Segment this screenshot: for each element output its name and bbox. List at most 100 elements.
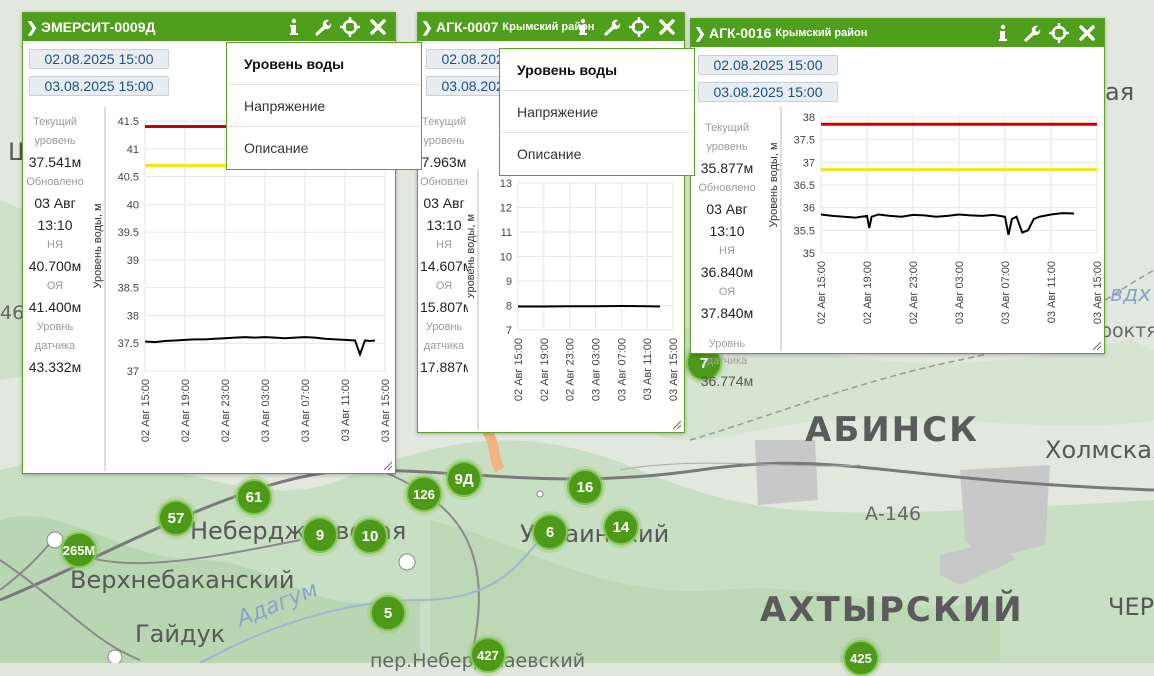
y-tick-label: 37.5	[794, 135, 815, 147]
info-label: ОЯ	[25, 277, 85, 296]
x-tick-label: 03 Авг 03:00	[954, 261, 966, 324]
menu-item[interactable]: Напряжение	[500, 91, 694, 133]
chevron-right-icon[interactable]: ❯	[23, 19, 41, 36]
water-level-series	[145, 337, 375, 354]
info-updated: Обновлено 03 Авг 13:10	[25, 173, 85, 236]
info-label: ОЯ	[420, 277, 468, 296]
info-label: Уровнь датчика	[692, 336, 762, 370]
x-tick-label: 03 Авг 11:00	[1046, 261, 1058, 323]
x-tick-label: 02 Авг 15:00	[513, 338, 525, 401]
wrench-icon[interactable]	[1020, 22, 1042, 44]
map-cluster-marker[interactable]: 57	[158, 500, 194, 536]
menu-item[interactable]: Уровень воды	[500, 49, 694, 91]
wrench-icon[interactable]	[600, 16, 622, 38]
info-oya: ОЯ 15.807м	[420, 277, 468, 318]
map-label-kholmskaya: Холмская	[1045, 436, 1154, 464]
map-cluster-marker[interactable]: 6	[532, 514, 568, 550]
info-nya: НЯ 40.700м	[25, 236, 85, 277]
y-tick-label: 36	[803, 203, 815, 215]
panel-header[interactable]: ❯ ЭМЕРСИТ-0009Д	[23, 13, 395, 41]
y-tick-label: 11	[501, 227, 512, 239]
x-tick-label: 02 Авг 23:00	[908, 261, 920, 324]
info-label: Текущий уровень	[25, 113, 85, 151]
info-value: 40.700м	[25, 255, 85, 277]
info-value: 36.774м	[692, 370, 762, 392]
y-axis-label: Уровень воды, м	[768, 142, 780, 227]
panel-title: АГК-0007	[436, 19, 498, 35]
info-oya: ОЯ 41.400м	[25, 277, 85, 318]
map-cluster-marker[interactable]: 425	[843, 640, 879, 676]
map-cluster-marker[interactable]: 61	[236, 479, 272, 515]
station-info: Текущий уровень 35.877м Обновлено 03 Авг…	[695, 119, 759, 324]
wrench-icon[interactable]	[311, 16, 333, 38]
y-tick-label: 37	[803, 157, 815, 169]
crosshair-icon[interactable]	[339, 16, 361, 38]
info-updated: Обновлено 03 Авг 13:10	[420, 173, 468, 236]
info-label: Обновлено	[25, 173, 85, 192]
close-icon[interactable]	[656, 16, 678, 38]
y-tick-label: 41	[127, 144, 139, 156]
chevron-right-icon[interactable]: ❯	[418, 19, 436, 36]
panel-header[interactable]: ❯ АГК-0007 Крымский район	[418, 13, 684, 41]
menu-item[interactable]: Описание	[500, 133, 694, 175]
map-cluster-marker[interactable]: 9	[302, 517, 338, 553]
y-tick-label: 38	[803, 112, 815, 124]
y-axis-label: Уровень воды, м	[92, 203, 104, 288]
chart-type-menu[interactable]: Уровень водыНапряжениеОписание	[499, 48, 695, 176]
info-label: Уровнь датчика	[420, 318, 468, 356]
crosshair-icon[interactable]	[1048, 22, 1070, 44]
map-cluster-marker[interactable]: 9Д	[446, 461, 482, 497]
panel-toolbar	[283, 16, 389, 38]
map-cluster-marker[interactable]: 126	[406, 476, 442, 512]
info-value: 36.840м	[695, 261, 759, 283]
map-label-cher: ЧЕР	[1108, 593, 1154, 621]
info-sensor-level: Уровнь датчика 43.332м	[25, 318, 85, 378]
x-tick-label: 03 Авг 15:00	[668, 338, 680, 401]
info-value: 03 Авг 13:10	[25, 192, 85, 236]
date-from-button[interactable]: 02.08.2025 15:00	[698, 55, 838, 75]
y-tick-label: 37	[127, 366, 139, 378]
info-sensor-level: Уровнь датчика 36.774м	[692, 336, 762, 392]
water-level-chart[interactable]: 3535.53636.53737.53802 Авг 15:0002 Авг 1…	[759, 107, 1101, 351]
crosshair-icon[interactable]	[628, 16, 650, 38]
resize-handle-icon[interactable]	[1093, 342, 1101, 350]
info-icon[interactable]	[283, 16, 305, 38]
panel-toolbar	[992, 22, 1098, 44]
resize-handle-icon[interactable]	[384, 462, 392, 470]
info-value: 37.840м	[695, 302, 759, 324]
date-to-button[interactable]: 03.08.2025 15:00	[29, 76, 169, 96]
chevron-right-icon[interactable]: ❯	[691, 25, 709, 42]
map-cluster-marker[interactable]: 14	[603, 509, 639, 545]
date-from-button[interactable]: 02.08.2025 15:00	[29, 49, 169, 69]
info-icon[interactable]	[572, 16, 594, 38]
close-icon[interactable]	[1076, 22, 1098, 44]
chart-type-menu[interactable]: Уровень водыНапряжениеОписание	[226, 42, 422, 170]
x-tick-label: 03 Авг 07:00	[1000, 261, 1012, 324]
map-cluster-marker[interactable]: 10	[352, 518, 388, 554]
panel-title: АГК-0016	[709, 25, 771, 41]
menu-item[interactable]: Напряжение	[227, 85, 421, 127]
date-to-button[interactable]: 03.08.2025 15:00	[698, 82, 838, 102]
close-icon[interactable]	[367, 16, 389, 38]
map-label-vdkh: вдх	[1110, 282, 1151, 307]
map-cluster-marker[interactable]: 427	[470, 637, 506, 673]
x-tick-label: 03 Авг 15:00	[380, 379, 392, 442]
menu-item[interactable]: Уровень воды	[227, 43, 421, 85]
panel-header[interactable]: ❯ АГК-0016 Крымский район	[691, 19, 1104, 47]
info-nya: НЯ 14.607м	[420, 236, 468, 277]
menu-item[interactable]: Описание	[227, 127, 421, 169]
map-label-verkhnebakansky: Верхнебаканский	[70, 566, 294, 594]
station-panel-agk-0016[interactable]: ❯ АГК-0016 Крымский район 02.08.2025 15:…	[690, 18, 1105, 354]
map-cluster-marker[interactable]: 16	[567, 469, 603, 505]
info-current-level: Текущий уровень 37.541м	[25, 113, 85, 173]
x-tick-label: 02 Авг 23:00	[565, 338, 577, 401]
map-cluster-marker[interactable]: 5	[370, 595, 406, 631]
x-tick-label: 03 Авг 15:00	[1092, 261, 1101, 324]
panel-subtitle: Крымский район	[775, 27, 867, 39]
info-current-level: Текущий уровень 35.877м	[695, 119, 759, 179]
info-icon[interactable]	[992, 22, 1014, 44]
resize-handle-icon[interactable]	[673, 421, 681, 429]
x-tick-label: 02 Авг 15:00	[140, 379, 152, 442]
map-cluster-marker[interactable]: 265М	[61, 532, 97, 568]
y-tick-label: 12	[500, 203, 512, 215]
